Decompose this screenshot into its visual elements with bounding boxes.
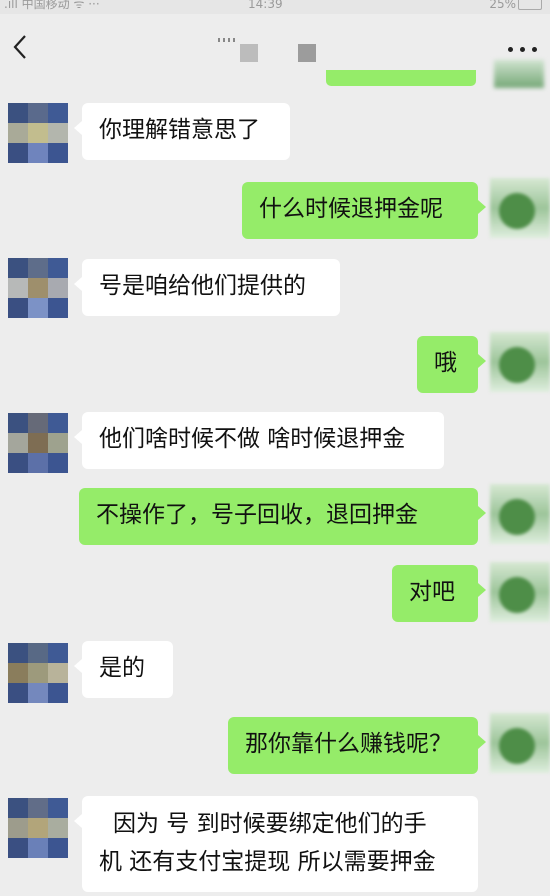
message-text: 是的 — [99, 655, 145, 681]
battery-percent: 25% — [489, 0, 516, 11]
redaction-dots — [218, 38, 236, 42]
message-text-line: 因为 号 到时候要绑定他们的手 — [113, 811, 427, 837]
peer-avatar[interactable] — [8, 103, 68, 163]
message-bubble-outgoing[interactable]: 什么时候退押金呢 — [242, 182, 486, 239]
self-avatar[interactable] — [494, 60, 544, 88]
message-text: 他们啥时候不做 啥时候退押金 — [99, 426, 406, 452]
chevron-left-icon[interactable] — [6, 32, 36, 62]
status-bar: .ıll 中国移动 ᯤ ··· 14:39 25% — [0, 0, 550, 14]
message-bubble-incoming[interactable]: 是的 — [74, 641, 173, 698]
redaction-block — [298, 44, 316, 62]
message-text-line: 机 还有支付宝提现 所以需要押金 — [99, 849, 436, 875]
message-text: 你理解错意思了 — [99, 117, 260, 143]
clock: 14:39 — [248, 0, 283, 11]
peer-avatar[interactable] — [8, 258, 68, 318]
message-text: 对吧 — [409, 579, 455, 605]
redaction-block — [240, 44, 258, 62]
message-text: 不操作了，号子回收，退回押金 — [96, 502, 418, 528]
peer-avatar[interactable] — [8, 413, 68, 473]
self-avatar[interactable] — [490, 178, 550, 238]
message-bubble-incoming[interactable]: 他们啥时候不做 啥时候退押金 — [74, 412, 444, 469]
message-bubble-outgoing[interactable]: 对吧 — [392, 565, 486, 622]
message-text: 什么时候退押金呢 — [259, 196, 443, 222]
self-avatar[interactable] — [490, 713, 550, 773]
battery-icon — [518, 0, 542, 10]
peer-avatar[interactable] — [8, 643, 68, 703]
message-text: 号是咱给他们提供的 — [99, 273, 306, 299]
message-bubble-incoming[interactable]: 因为 号 到时候要绑定他们的手 机 还有支付宝提现 所以需要押金 — [74, 796, 478, 892]
self-avatar[interactable] — [490, 562, 550, 622]
peer-avatar[interactable] — [8, 798, 68, 858]
more-dots-icon[interactable] — [508, 44, 538, 54]
message-bubble-incoming[interactable]: 号是咱给他们提供的 — [74, 259, 340, 316]
self-avatar[interactable] — [490, 332, 550, 392]
message-bubble-outgoing[interactable]: 不操作了，号子回收，退回押金 — [79, 488, 486, 545]
self-avatar[interactable] — [490, 484, 550, 544]
message-bubble-outgoing[interactable]: 那你靠什么赚钱呢？ — [228, 717, 486, 774]
previous-message-bubble — [326, 70, 476, 86]
contact-name-pixelated — [218, 38, 338, 66]
message-text: 那你靠什么赚钱呢？ — [245, 731, 452, 757]
message-text: 哦 — [434, 350, 457, 376]
carrier-signal: .ıll 中国移动 ᯤ ··· — [4, 0, 100, 11]
message-bubble-outgoing[interactable]: 哦 — [417, 336, 486, 393]
message-bubble-incoming[interactable]: 你理解错意思了 — [74, 103, 290, 160]
